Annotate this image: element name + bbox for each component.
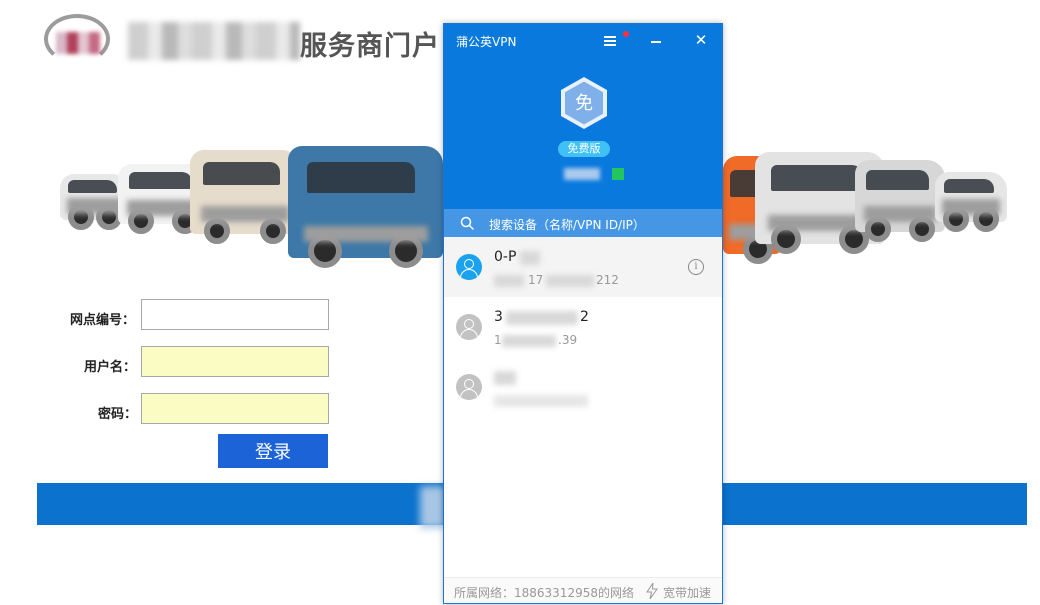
device-name: 0-P: [494, 249, 517, 265]
branch-number-label: 网点编号：: [70, 313, 136, 328]
portal-name-blurred: [128, 22, 300, 60]
device-row[interactable]: [444, 357, 722, 417]
device-name: 3: [494, 309, 503, 325]
device-ip-blurred: [494, 275, 524, 287]
info-icon[interactable]: i: [688, 259, 704, 275]
vehicle-image: [855, 160, 945, 242]
device-name-blurred: [520, 251, 540, 265]
device-ip-blurred: [502, 335, 556, 347]
portal-logo-mosaic: [56, 32, 100, 54]
device-row[interactable]: 3 2 1 .39: [444, 297, 722, 357]
plan-hex-glyph: 免: [565, 81, 603, 125]
branch-number-input[interactable]: [141, 299, 329, 330]
password-input[interactable]: [141, 393, 329, 424]
network-label: 所属网络：18863312958的网络: [454, 586, 634, 600]
device-row[interactable]: 0-P 17 212 i: [444, 237, 722, 297]
status-dot: [612, 168, 624, 180]
vpn-window[interactable]: 蒲公英VPN ✕ 免 免费版 搜索设备（名称/VPN ID/IP） 0-P 17…: [443, 23, 723, 604]
device-name-tail: 2: [580, 309, 589, 325]
device-ip-tail: .39: [558, 333, 578, 347]
vehicle-image: [190, 150, 300, 244]
vehicle-image: [935, 172, 1007, 232]
vpn-footer: 所属网络：18863312958的网络 宽带加速: [444, 577, 722, 603]
close-icon[interactable]: ✕: [693, 32, 709, 48]
portal-logo: [44, 14, 110, 64]
bolt-icon[interactable]: [646, 583, 658, 599]
device-ip: 17: [528, 273, 544, 287]
device-ip-blurred: [494, 395, 588, 407]
device-name-blurred: [494, 371, 516, 385]
search-icon: [460, 216, 474, 230]
vpn-header: 蒲公英VPN ✕ 免 免费版: [444, 24, 722, 209]
plan-hex-icon: 免: [561, 77, 607, 129]
user-avatar-icon: [456, 374, 482, 400]
minimize-icon[interactable]: [648, 32, 664, 48]
broadband-boost-button[interactable]: 宽带加速: [663, 584, 711, 601]
login-button[interactable]: 登录: [218, 434, 328, 468]
portal-title: 服务商门户: [300, 31, 440, 62]
device-ip-tail: 212: [596, 273, 619, 287]
plan-badge: 免费版: [558, 141, 610, 157]
user-avatar-icon: [456, 314, 482, 340]
account-id-blurred: [564, 168, 600, 180]
device-search-bar[interactable]: 搜索设备（名称/VPN ID/IP）: [444, 209, 722, 237]
vpn-title: 蒲公英VPN: [456, 35, 517, 49]
menu-icon[interactable]: [602, 32, 618, 48]
user-avatar-icon: [456, 254, 482, 280]
password-label: 密码：: [98, 407, 138, 422]
device-ip: 1: [494, 333, 502, 347]
username-label: 用户名：: [84, 360, 137, 375]
device-name-blurred: [506, 311, 578, 325]
device-ip-blurred: [546, 275, 594, 287]
search-placeholder: 搜索设备（名称/VPN ID/IP）: [489, 218, 645, 232]
vehicle-image: [288, 146, 443, 268]
username-input[interactable]: [141, 346, 329, 377]
notification-dot: [623, 31, 629, 37]
